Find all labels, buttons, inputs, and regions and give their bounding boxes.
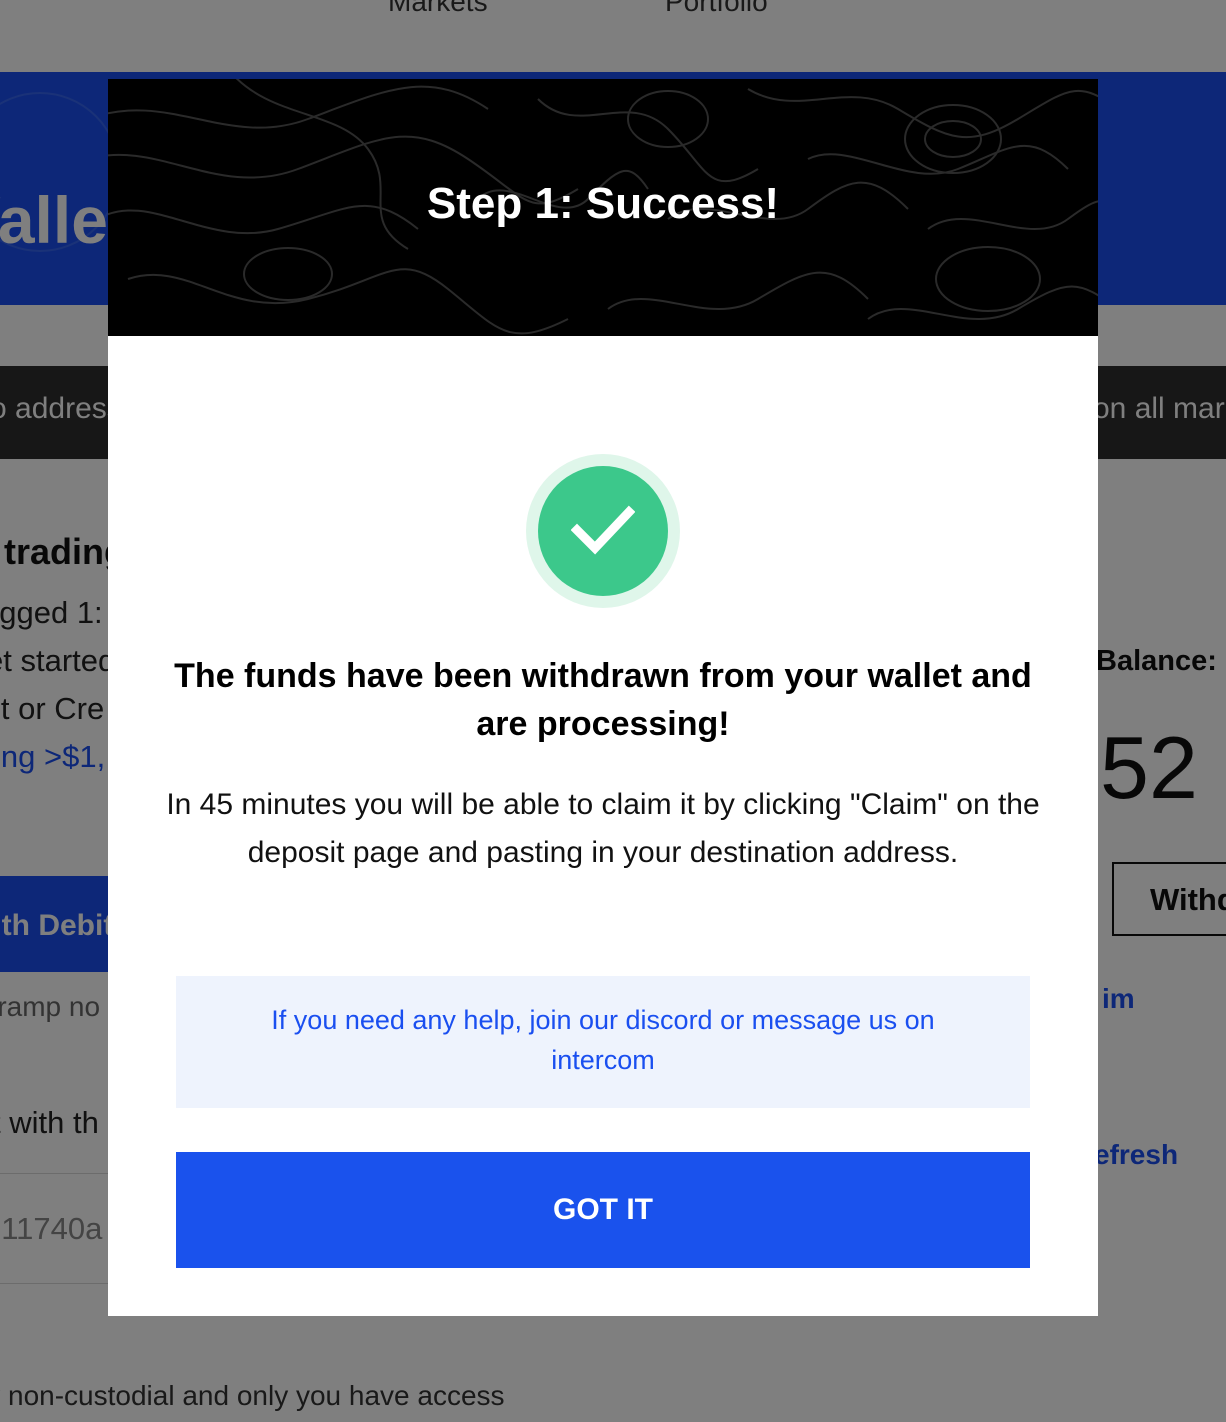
success-icon-ring bbox=[526, 454, 680, 608]
modal-headline: The funds have been withdrawn from your … bbox=[174, 657, 1032, 743]
modal-body-text: In 45 minutes you will be able to claim … bbox=[166, 788, 1040, 869]
checkmark-icon bbox=[538, 466, 668, 596]
app-root: Markets Portfolio Wallet o address on al… bbox=[0, 0, 1226, 1422]
success-modal: Step 1: Success! The funds have been wit… bbox=[108, 79, 1098, 1316]
help-link[interactable]: If you need any help, join our discord o… bbox=[236, 1000, 970, 1080]
modal-title: Step 1: Success! bbox=[426, 179, 780, 228]
modal-header: Step 1: Success! bbox=[108, 79, 1098, 336]
got-it-button[interactable]: GOT IT bbox=[176, 1152, 1030, 1268]
help-box: If you need any help, join our discord o… bbox=[176, 976, 1030, 1108]
